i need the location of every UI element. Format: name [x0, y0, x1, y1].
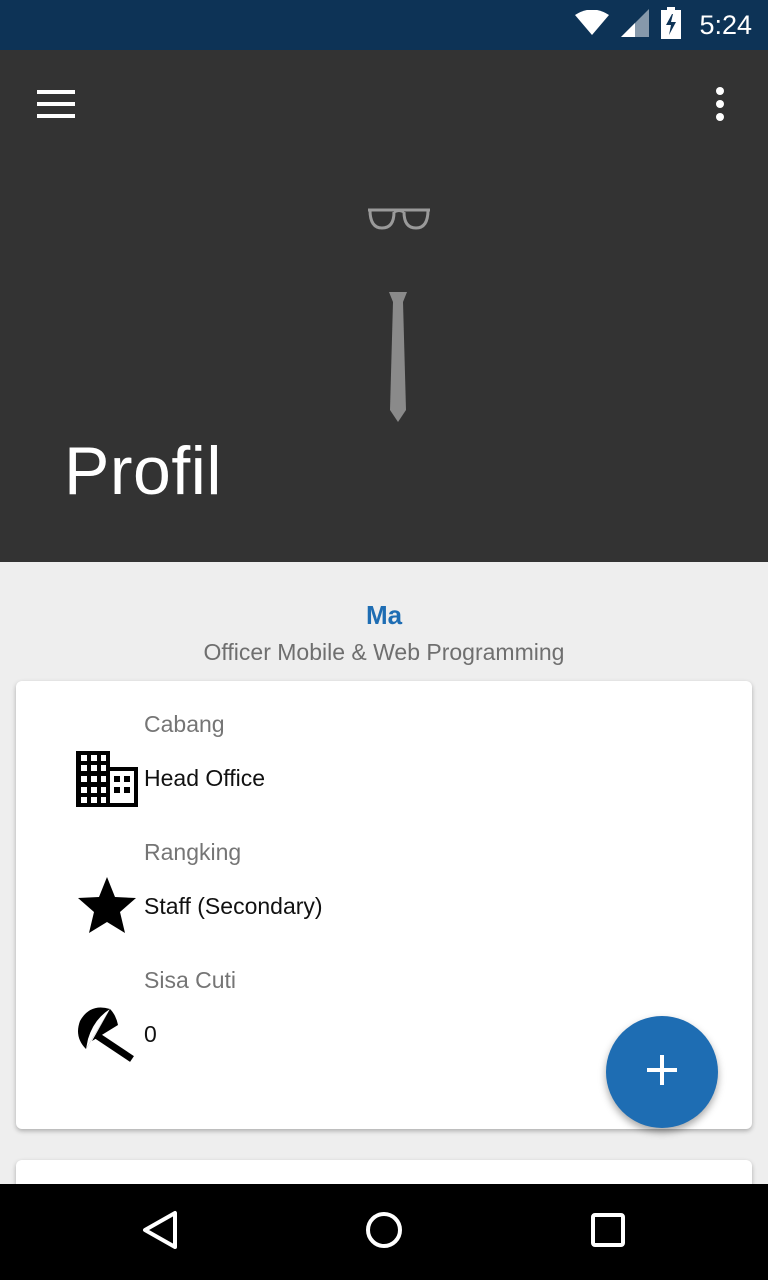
plus-icon: [647, 1054, 677, 1090]
recents-icon: [591, 1212, 625, 1252]
star-icon: [76, 875, 138, 940]
back-button[interactable]: [112, 1184, 208, 1280]
home-icon: [365, 1211, 403, 1254]
back-icon: [142, 1210, 178, 1255]
info-label: Rangking: [144, 839, 242, 865]
profile-summary: Ma Officer Mobile & Web Programming: [0, 562, 768, 666]
home-button[interactable]: [336, 1184, 432, 1280]
menu-button[interactable]: [24, 82, 88, 130]
add-button[interactable]: [606, 1016, 718, 1128]
building-icon: [76, 751, 138, 812]
status-time: 5:24: [699, 9, 752, 40]
more-vertical-icon: [715, 86, 725, 126]
status-icons: 5:24: [575, 0, 752, 50]
info-value: 0: [144, 1021, 157, 1047]
overflow-menu-button[interactable]: [696, 82, 744, 130]
info-value: Staff (Secondary): [144, 893, 323, 919]
profile-role: Officer Mobile & Web Programming: [203, 639, 565, 665]
info-value: Head Office: [144, 765, 266, 791]
info-label: Sisa Cuti: [144, 967, 237, 993]
info-row-rangking: Rangking Staff (Secondary): [16, 809, 752, 933]
glasses-icon: [366, 206, 432, 237]
recents-button[interactable]: [560, 1184, 656, 1280]
profile-header: Profil: [0, 50, 768, 562]
tie-icon: [386, 290, 410, 429]
battery-charging-icon: [661, 6, 682, 44]
page-title: Profil: [64, 433, 222, 509]
wifi-icon: [575, 9, 610, 41]
info-row-cabang: Cabang Head Office: [16, 681, 752, 807]
signal-icon: [621, 8, 650, 42]
beach-umbrella-icon: [76, 1005, 138, 1068]
hamburger-menu-icon: [37, 89, 75, 123]
profile-name: Ma: [365, 600, 403, 630]
system-nav-bar: [0, 1184, 768, 1280]
status-bar: 5:24: [0, 0, 768, 50]
info-label: Cabang: [144, 711, 225, 737]
